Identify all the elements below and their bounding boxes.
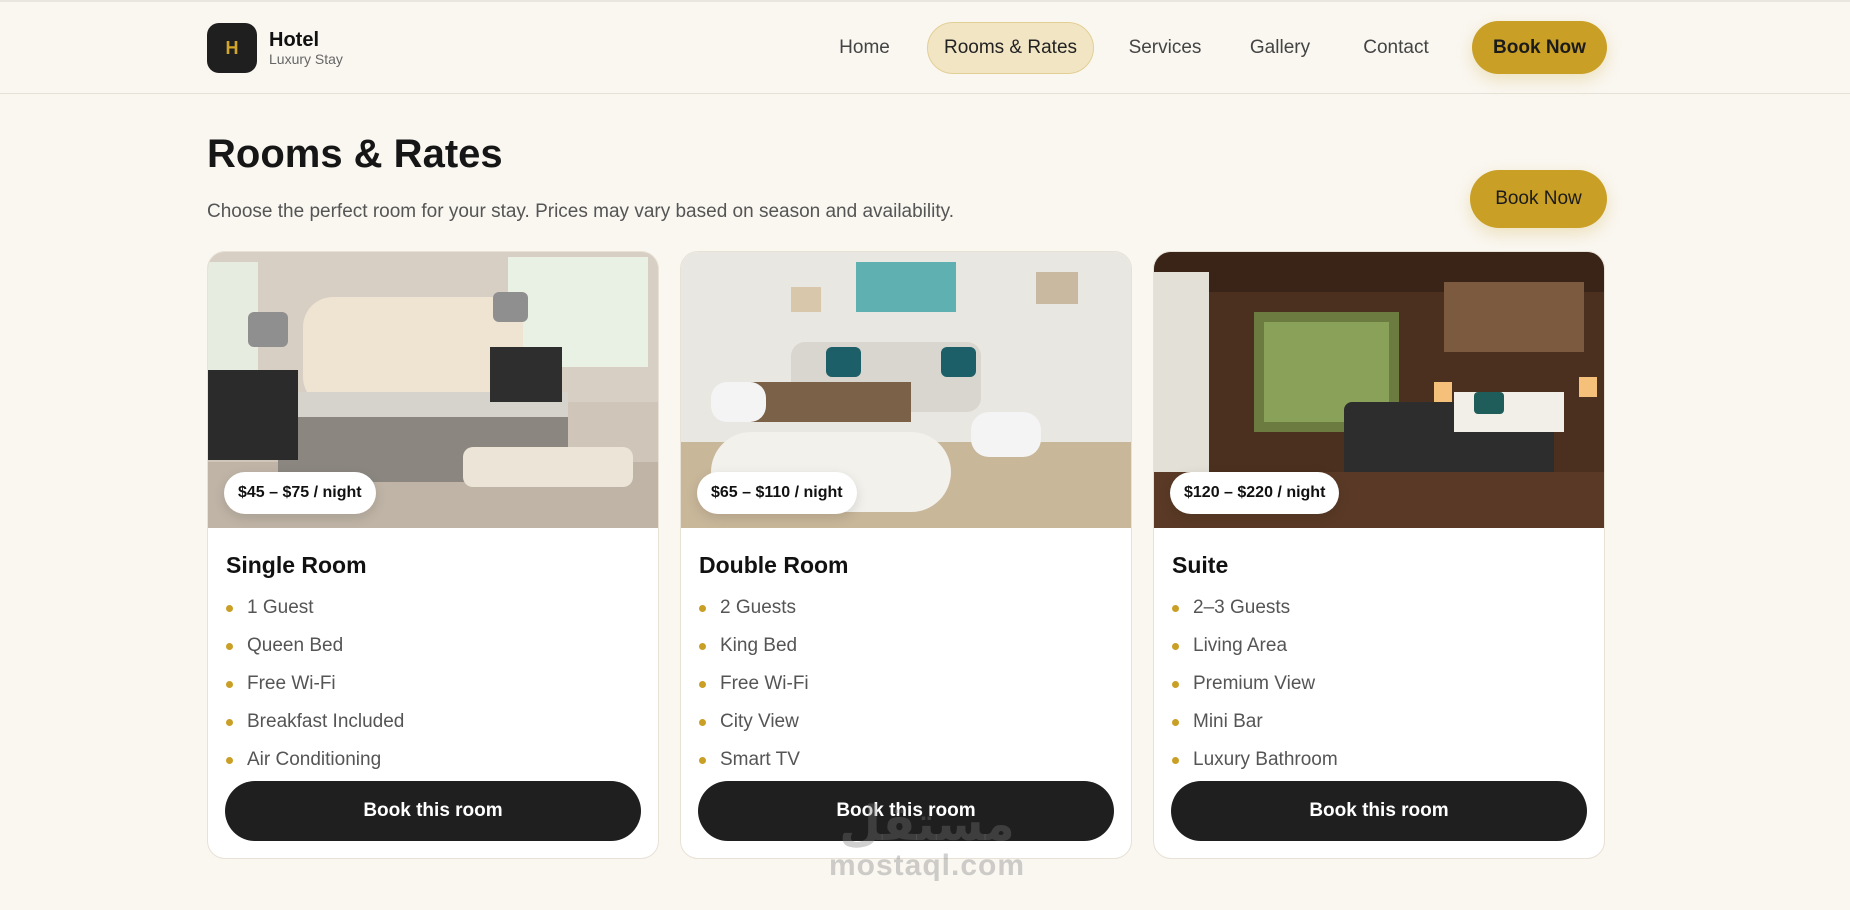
nav-contact[interactable]: Contact	[1350, 22, 1442, 74]
header-book-now-button[interactable]: Book Now	[1472, 21, 1607, 74]
watermark-main: مستقل	[839, 797, 1015, 851]
price-badge: $120 – $220 / night	[1170, 472, 1340, 514]
page-subtitle: Choose the perfect room for your stay. P…	[207, 201, 954, 222]
feature-item: Living Area	[1172, 627, 1586, 665]
room-card-suite: $120 – $220 / night Suite 2–3 Guests Liv…	[1153, 251, 1605, 859]
bullet-icon	[226, 604, 233, 612]
price-badge: $45 – $75 / night	[224, 472, 376, 514]
feature-item: Premium View	[1172, 665, 1586, 703]
feature-list: 1 Guest Queen Bed Free Wi-Fi Breakfast I…	[208, 589, 658, 779]
feature-list: 2–3 Guests Living Area Premium View Mini…	[1154, 589, 1604, 779]
room-card-double: $65 – $110 / night Double Room 2 Guests …	[680, 251, 1132, 859]
bullet-icon	[226, 642, 233, 650]
room-card-single: $45 – $75 / night Single Room 1 Guest Qu…	[207, 251, 659, 859]
feature-item: 1 Guest	[226, 589, 640, 627]
bullet-icon	[226, 680, 233, 688]
feature-item: 2 Guests	[699, 589, 1113, 627]
bullet-icon	[699, 604, 706, 612]
bullet-icon	[226, 756, 233, 764]
bullet-icon	[699, 756, 706, 764]
book-room-button[interactable]: Book this room	[1171, 781, 1587, 841]
feature-item: Free Wi-Fi	[226, 665, 640, 703]
hero-book-now-button[interactable]: Book Now	[1470, 170, 1607, 228]
room-title: Double Room	[699, 552, 849, 578]
bullet-icon	[699, 680, 706, 688]
room-title: Suite	[1172, 552, 1229, 578]
book-room-button[interactable]: Book this room	[225, 781, 641, 841]
bullet-icon	[1172, 756, 1179, 764]
nav-rooms-rates[interactable]: Rooms & Rates	[927, 22, 1094, 74]
room-image: $120 – $220 / night	[1154, 252, 1604, 528]
feature-item: Breakfast Included	[226, 703, 640, 741]
room-title: Single Room	[226, 552, 367, 578]
feature-item: 2–3 Guests	[1172, 589, 1586, 627]
bullet-icon	[1172, 642, 1179, 650]
feature-item: Free Wi-Fi	[699, 665, 1113, 703]
bullet-icon	[226, 718, 233, 726]
watermark: مستقل mostaql.com	[812, 786, 1042, 896]
nav-home[interactable]: Home	[827, 22, 902, 74]
feature-list: 2 Guests King Bed Free Wi-Fi City View S…	[681, 589, 1131, 779]
bullet-icon	[699, 718, 706, 726]
page-title: Rooms & Rates	[207, 132, 503, 176]
bullet-icon	[1172, 680, 1179, 688]
feature-item: Luxury Bathroom	[1172, 741, 1586, 779]
bullet-icon	[699, 642, 706, 650]
bullet-icon	[1172, 718, 1179, 726]
watermark-sub: mostaql.com	[828, 848, 1026, 882]
nav-services[interactable]: Services	[1120, 22, 1210, 74]
feature-item: City View	[699, 703, 1113, 741]
feature-item: Air Conditioning	[226, 741, 640, 779]
price-badge: $65 – $110 / night	[697, 472, 857, 514]
nav-gallery[interactable]: Gallery	[1238, 22, 1322, 74]
feature-item: Mini Bar	[1172, 703, 1586, 741]
room-image: $65 – $110 / night	[681, 252, 1131, 528]
site-header: H Hotel Luxury Stay Home Rooms & Rates S…	[0, 0, 1850, 94]
feature-item: King Bed	[699, 627, 1113, 665]
room-image: $45 – $75 / night	[208, 252, 658, 528]
feature-item: Smart TV	[699, 741, 1113, 779]
feature-item: Queen Bed	[226, 627, 640, 665]
bullet-icon	[1172, 604, 1179, 612]
